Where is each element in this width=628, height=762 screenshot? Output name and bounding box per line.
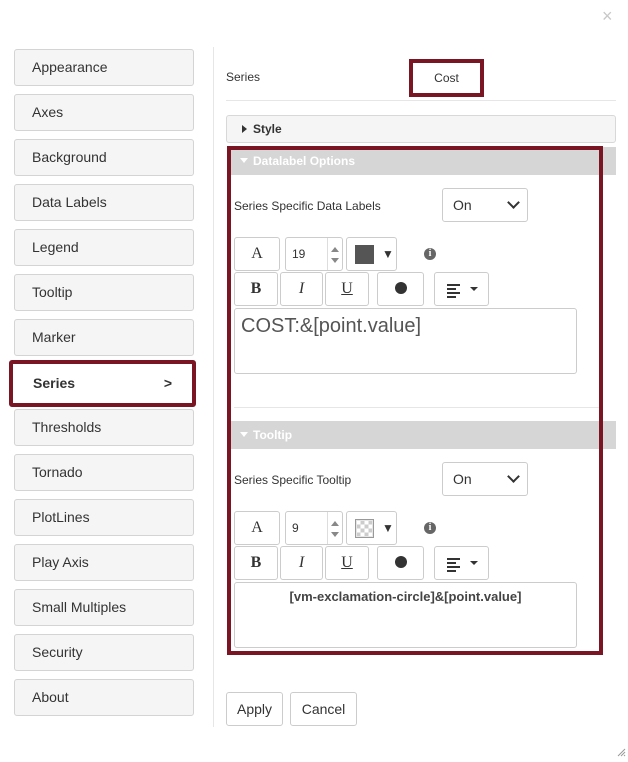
sidebar-item-label: Tooltip [32, 284, 73, 300]
close-icon[interactable]: × [602, 6, 613, 27]
sidebar-item-label: Background [32, 149, 107, 165]
sidebar-item-tooltip[interactable]: Tooltip [14, 274, 194, 311]
sidebar-item-axes[interactable]: Axes [14, 94, 194, 131]
sidebar-item-label: Series [33, 375, 76, 391]
highlight-frame [227, 146, 603, 655]
sidebar-item-label: Data Labels [32, 194, 107, 210]
sidebar-item-legend[interactable]: Legend [14, 229, 194, 266]
sidebar-item-label: Small Multiples [32, 599, 127, 615]
sidebar-item-label: Security [32, 644, 83, 660]
caret-right-icon [242, 125, 247, 133]
sidebar-item-series[interactable]: Series > [9, 360, 196, 407]
sidebar-item-label: About [32, 689, 69, 705]
style-section-title: Style [253, 122, 282, 136]
series-name-value: Cost [434, 71, 459, 85]
sidebar-item-label: Axes [32, 104, 64, 120]
sidebar-item-label: Legend [32, 239, 79, 255]
sidebar-item-label: Marker [32, 329, 76, 345]
sidebar-item-small-multiples[interactable]: Small Multiples [14, 589, 194, 626]
apply-button[interactable]: Apply [226, 692, 283, 726]
sidebar-item-background[interactable]: Background [14, 139, 194, 176]
sidebar-item-appearance[interactable]: Appearance [14, 49, 194, 86]
sidebar-item-about[interactable]: About [14, 679, 194, 716]
series-name-box: Cost [409, 59, 484, 97]
cancel-button[interactable]: Cancel [290, 692, 357, 726]
sidebar-item-label: Tornado [32, 464, 83, 480]
divider [226, 100, 616, 101]
sidebar-item-play-axis[interactable]: Play Axis [14, 544, 194, 581]
sidebar-item-label: PlotLines [32, 509, 90, 525]
style-section-header[interactable]: Style [226, 115, 616, 143]
panel-divider [213, 47, 214, 727]
sidebar-item-thresholds[interactable]: Thresholds [14, 409, 194, 446]
sidebar-item-plotlines[interactable]: PlotLines [14, 499, 194, 536]
sidebar-item-marker[interactable]: Marker [14, 319, 194, 356]
sidebar-item-tornado[interactable]: Tornado [14, 454, 194, 491]
sidebar-item-label: Play Axis [32, 554, 89, 570]
sidebar-item-label: Thresholds [32, 419, 102, 435]
sidebar-item-label: Appearance [32, 59, 108, 75]
resize-handle-icon[interactable] [617, 744, 626, 762]
sidebar-item-data-labels[interactable]: Data Labels [14, 184, 194, 221]
sidebar-item-security[interactable]: Security [14, 634, 194, 671]
chevron-right-icon: > [163, 375, 172, 391]
series-label: Series [226, 70, 261, 84]
